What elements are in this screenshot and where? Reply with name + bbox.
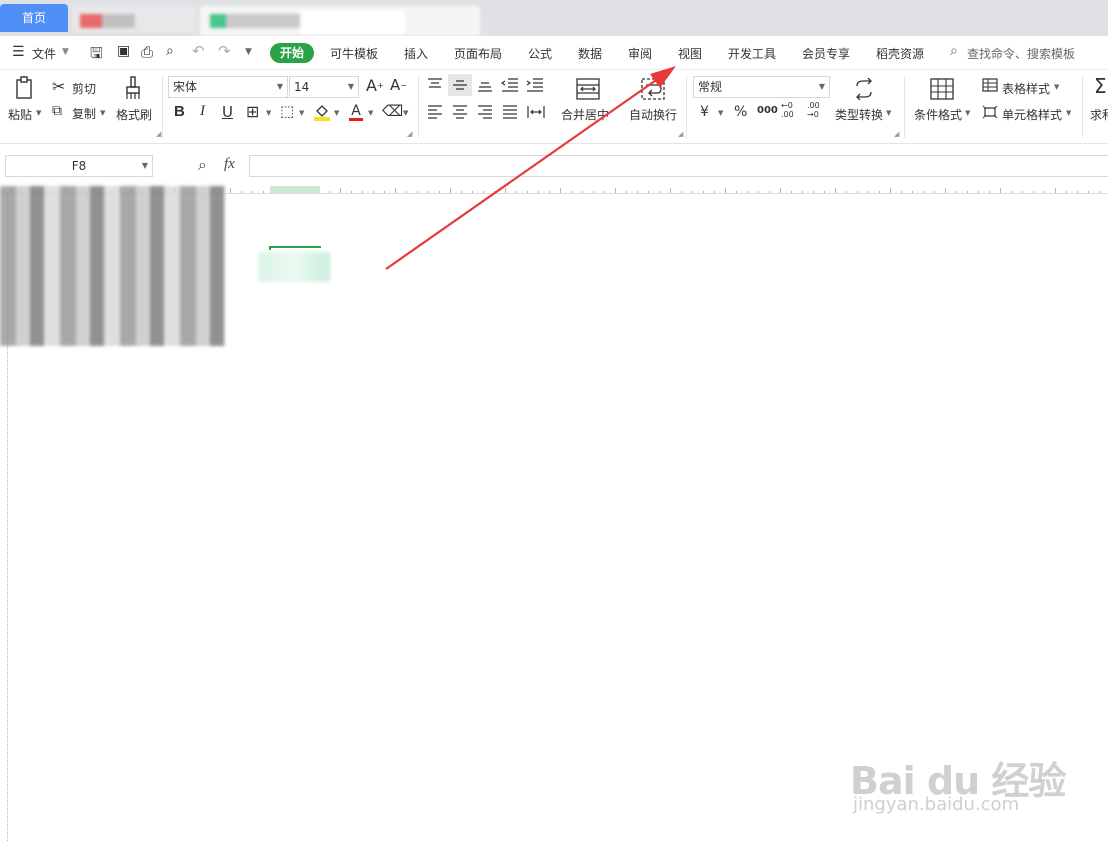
watermark-url: jingyan.baidu.com <box>853 794 1020 815</box>
watermark: Bai du 经验 jingyan.baidu.com <box>845 722 1066 822</box>
annotation-arrow <box>385 66 676 270</box>
